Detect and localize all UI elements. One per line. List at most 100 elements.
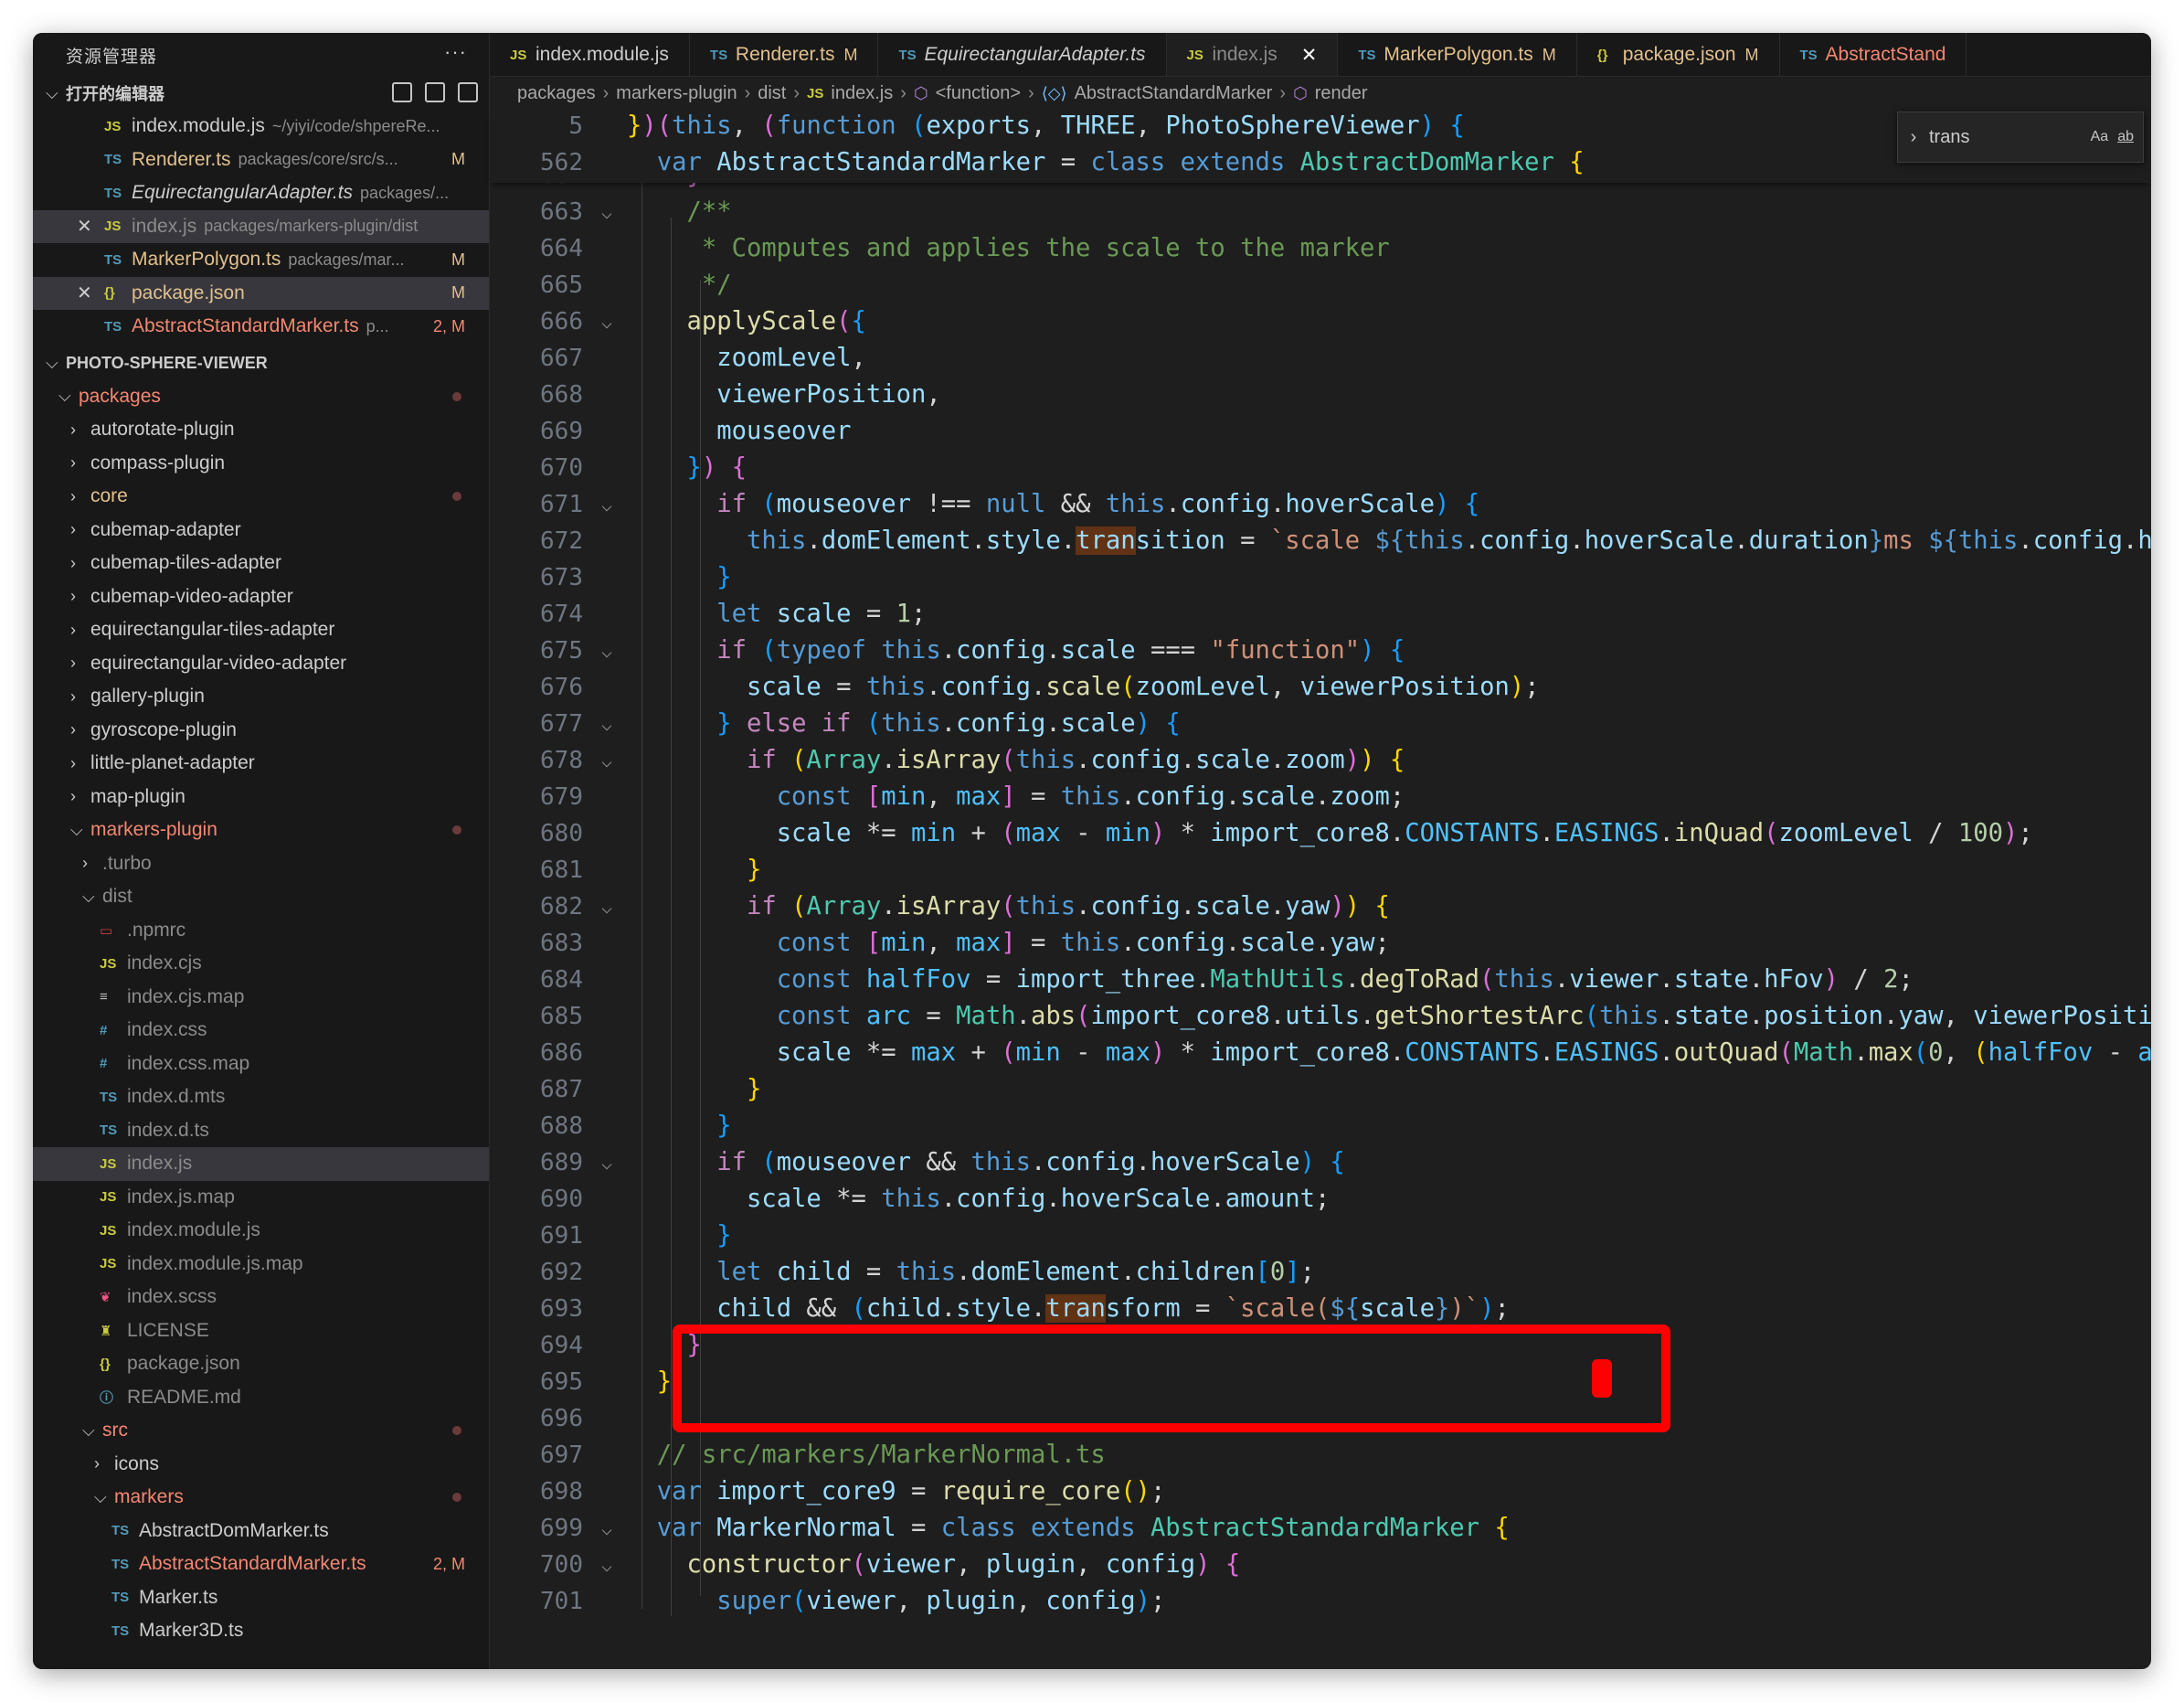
open-editor-item[interactable]: JS index.module.js ~/yiyi/code/shpereRe... bbox=[33, 110, 489, 144]
editor-tab[interactable]: TS AbstractStand bbox=[1780, 33, 1967, 76]
open-editor-item[interactable]: TS MarkerPolygon.ts packages/mar... M bbox=[33, 243, 489, 277]
tree-folder-item[interactable]: › gyroscope-plugin bbox=[33, 714, 489, 748]
match-whole-word-toggle[interactable]: ab bbox=[2117, 129, 2134, 145]
open-editors-header[interactable]: ⌵ 打开的编辑器 bbox=[33, 77, 489, 110]
code-text: let child = this.domElement.children[0]; bbox=[716, 1258, 1316, 1286]
tree-file-item[interactable]: # index.css.map bbox=[33, 1048, 489, 1081]
tree-file-item[interactable]: # index.css bbox=[33, 1014, 489, 1048]
close-tab-icon[interactable]: ✕ bbox=[1301, 44, 1318, 67]
tree-folder-item[interactable]: ⌵ dist bbox=[33, 880, 489, 914]
close-all-icon[interactable] bbox=[458, 82, 478, 102]
code-line: 670 }) { bbox=[490, 450, 2151, 486]
code-text: scale = this.config.scale(zoomLevel, vie… bbox=[746, 673, 1540, 701]
open-editor-item[interactable]: ✕ {} package.json M bbox=[33, 276, 489, 310]
tree-file-item[interactable]: TS AbstractDomMarker.ts bbox=[33, 1515, 489, 1548]
fold-chevron-icon[interactable]: ⌵ bbox=[601, 303, 620, 340]
editor-tab[interactable]: JS index.module.js bbox=[490, 33, 690, 76]
editor-tab[interactable]: TS EquirectangularAdapter.ts bbox=[878, 33, 1167, 76]
fold-chevron-icon[interactable]: ⌵ bbox=[601, 1144, 620, 1181]
editor-tab[interactable]: JS index.js ✕ bbox=[1166, 33, 1339, 76]
fold-chevron-icon[interactable]: ⌵ bbox=[601, 194, 620, 230]
tree-folder-item[interactable]: › equirectangular-tiles-adapter bbox=[33, 613, 489, 647]
tree-folder-item[interactable]: ⌵ src bbox=[33, 1414, 489, 1448]
tree-folder-item[interactable]: › cubemap-adapter bbox=[33, 514, 489, 548]
tree-folder-item[interactable]: › .turbo bbox=[33, 847, 489, 881]
file-type-icon: TS bbox=[1358, 47, 1376, 63]
tree-file-item[interactable]: JS index.js bbox=[33, 1147, 489, 1181]
open-editor-item[interactable]: ✕ JS index.js packages/markers-plugin/dist bbox=[33, 209, 489, 243]
code-line: 699 ⌵ var MarkerNormal = class extends Ab… bbox=[490, 1510, 2151, 1547]
tree-folder-item[interactable]: › icons bbox=[33, 1448, 489, 1482]
line-number: 694 bbox=[540, 1332, 583, 1359]
fold-chevron-icon[interactable]: ⌵ bbox=[601, 1510, 620, 1547]
breadcrumb-item[interactable]: dist bbox=[758, 83, 786, 104]
tree-folder-item[interactable]: › cubemap-video-adapter bbox=[33, 580, 489, 614]
tree-folder-item[interactable]: ⌵ markers bbox=[33, 1481, 489, 1515]
line-number: 562 bbox=[540, 149, 583, 176]
fold-chevron-icon[interactable]: ⌵ bbox=[601, 486, 620, 523]
tree-file-item[interactable]: ♜ LICENSE bbox=[33, 1314, 489, 1348]
open-editor-item[interactable]: TS AbstractStandardMarker.ts p... 2, M bbox=[33, 310, 489, 344]
tree-file-item[interactable]: ⓘ README.md bbox=[33, 1381, 489, 1415]
fold-chevron-icon[interactable]: ⌵ bbox=[601, 742, 620, 779]
tree-folder-item[interactable]: › core bbox=[33, 480, 489, 514]
tree-folder-item[interactable]: ⌵ markers-plugin bbox=[33, 814, 489, 847]
breadcrumb-item[interactable]: packages bbox=[517, 83, 596, 104]
tree-folder-item[interactable]: › little-planet-adapter bbox=[33, 747, 489, 781]
toggle-replace-icon[interactable]: › bbox=[1898, 127, 1929, 148]
tree-file-item[interactable]: JS index.js.map bbox=[33, 1181, 489, 1215]
code-line: 668 viewerPosition, bbox=[490, 377, 2151, 413]
tree-file-item[interactable]: ▭ .npmrc bbox=[33, 914, 489, 948]
tree-file-item[interactable]: JS index.module.js bbox=[33, 1214, 489, 1248]
fold-chevron-icon[interactable]: ⌵ bbox=[601, 706, 620, 742]
code-line: 671 ⌵ if (mouseover !== null && this.conf… bbox=[490, 486, 2151, 523]
code-text: }) { bbox=[686, 453, 747, 482]
open-editor-item[interactable]: TS EquirectangularAdapter.ts packages/... bbox=[33, 176, 489, 210]
breadcrumb-item[interactable]: index.js bbox=[831, 83, 893, 104]
tree-folder-item[interactable]: › equirectangular-video-adapter bbox=[33, 647, 489, 681]
editor-tab[interactable]: TS Renderer.ts M bbox=[690, 33, 879, 76]
editor-tab[interactable]: TS MarkerPolygon.ts M bbox=[1338, 33, 1577, 76]
find-input[interactable]: trans bbox=[1929, 127, 2091, 148]
breadcrumb-symbol-icon: JS bbox=[807, 85, 824, 101]
close-icon[interactable]: ✕ bbox=[77, 282, 92, 304]
tree-folder-item[interactable]: › compass-plugin bbox=[33, 447, 489, 481]
match-case-toggle[interactable]: Aa bbox=[2091, 129, 2109, 145]
breadcrumb-item[interactable]: <function> bbox=[936, 83, 1021, 104]
tree-file-item[interactable]: TS AbstractStandardMarker.ts 2, M bbox=[33, 1548, 489, 1581]
tree-file-item[interactable]: TS Marker3D.ts bbox=[33, 1614, 489, 1648]
tree-file-item[interactable]: TS index.d.mts bbox=[33, 1080, 489, 1114]
breadcrumb-symbol-icon: ⬡ bbox=[913, 83, 928, 102]
tree-file-item[interactable]: TS Marker.ts bbox=[33, 1581, 489, 1615]
project-header[interactable]: ⌵ PHOTO-SPHERE-VIEWER bbox=[33, 347, 489, 380]
code-line: 684 const halfFov = import_three.MathUti… bbox=[490, 962, 2151, 998]
code-text: } bbox=[716, 1112, 732, 1140]
fold-chevron-icon[interactable]: ⌵ bbox=[601, 888, 620, 925]
tree-item-name: compass-plugin bbox=[90, 452, 226, 473]
tree-file-item[interactable]: ≡ index.cjs.map bbox=[33, 981, 489, 1015]
tree-folder-item[interactable]: › map-plugin bbox=[33, 781, 489, 814]
fold-chevron-icon[interactable]: ⌵ bbox=[601, 633, 620, 669]
editor-tab[interactable]: {} package.json M bbox=[1577, 33, 1780, 76]
breadcrumb-item[interactable]: render bbox=[1315, 83, 1368, 104]
new-untitled-file-icon[interactable] bbox=[392, 82, 412, 102]
save-all-icon[interactable] bbox=[425, 82, 445, 102]
tree-file-item[interactable]: TS index.d.ts bbox=[33, 1114, 489, 1148]
tree-folder-item[interactable]: › autorotate-plugin bbox=[33, 413, 489, 447]
code-editor[interactable]: 5})(this, (function (exports, THREE, Pho… bbox=[490, 110, 2151, 1669]
open-editor-path: packages/mar... bbox=[288, 250, 405, 269]
breadcrumb-item[interactable]: markers-plugin bbox=[616, 83, 737, 104]
breadcrumb-item[interactable]: AbstractStandardMarker bbox=[1075, 83, 1273, 104]
tree-folder-item[interactable]: ⌵ packages bbox=[33, 380, 489, 414]
tree-folder-item[interactable]: › gallery-plugin bbox=[33, 680, 489, 714]
tree-folder-item[interactable]: › cubemap-tiles-adapter bbox=[33, 547, 489, 580]
tree-file-item[interactable]: ❦ index.scss bbox=[33, 1281, 489, 1314]
more-actions-icon[interactable]: ··· bbox=[444, 40, 467, 64]
tree-file-item[interactable]: JS index.cjs bbox=[33, 947, 489, 981]
close-icon[interactable]: ✕ bbox=[77, 215, 92, 238]
tree-file-item[interactable]: JS index.module.js.map bbox=[33, 1248, 489, 1282]
open-editor-item[interactable]: TS Renderer.ts packages/core/src/s... M bbox=[33, 144, 489, 177]
tree-file-item[interactable]: {} package.json bbox=[33, 1347, 489, 1381]
breadcrumb: packages › markers-plugin › dist › JS index.js ›… bbox=[490, 77, 2151, 110]
fold-chevron-icon[interactable]: ⌵ bbox=[601, 1547, 620, 1583]
